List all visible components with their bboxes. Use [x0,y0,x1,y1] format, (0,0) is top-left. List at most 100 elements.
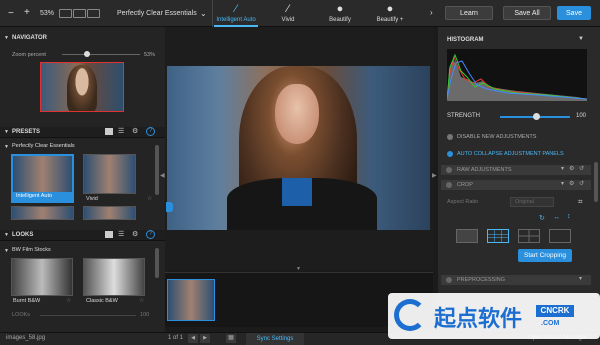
preprocessing-header[interactable]: PREPROCESSING [441,275,591,285]
help-icon[interactable]: ? [146,127,155,136]
tool-beautify-plus[interactable]: ● Beautify + [368,0,412,27]
dropdown-icon[interactable]: ▾ [579,275,582,282]
looks-scrollbar[interactable] [155,248,159,278]
split-view-icon[interactable] [73,9,86,18]
gear-icon[interactable]: ⚙ [132,127,138,135]
zoom-slider-track[interactable] [62,54,140,55]
top-toolbar: − + 53% Perfectly Clear Essentials ⌄ ⁄ I… [0,0,600,27]
watermark-text: 起点软件 [434,307,523,332]
strength-slider-handle[interactable] [533,113,540,120]
looks-strength-value: 100 [140,312,150,318]
group-triangle-icon: ▼ [4,248,9,254]
side-by-side-view-icon[interactable] [87,9,100,18]
looks-strength-track[interactable] [40,315,136,316]
section-dot [446,277,452,283]
face-icon: ● [386,3,394,15]
look-thumb-classic-bw[interactable] [83,258,145,296]
next-arrow-icon[interactable]: ▶ [200,334,210,343]
zoom-in-button[interactable]: + [24,7,30,18]
group-triangle-icon: ▼ [4,144,9,150]
sync-settings-button[interactable]: Sync Settings [246,333,304,345]
section-dot [446,182,452,188]
gear-icon[interactable]: ⚙ [569,165,574,172]
photo-face [275,84,319,144]
dropdown-icon[interactable]: ▾ [561,165,564,172]
navigator-thumbnail[interactable] [40,62,124,112]
learn-button[interactable]: Learn [445,6,493,20]
grid-icon[interactable]: ▦ [226,334,236,343]
star-icon[interactable]: ☆ [147,195,152,202]
histogram-header: HISTOGRAM [447,37,484,43]
left-panel: ▼ NAVIGATOR Zoom percent 53% ▼ PRESETS ☰… [0,27,165,333]
grid-view-icon[interactable] [105,128,113,135]
histogram-chart [447,49,587,101]
brush-icon: ⁄ [287,3,289,15]
chevron-right-icon[interactable]: › [430,8,433,17]
gear-icon[interactable]: ⚙ [569,180,574,187]
collapse-triangle-icon[interactable]: ▼ [578,36,584,42]
list-view-icon[interactable]: ☰ [118,127,124,135]
help-icon[interactable]: ? [146,230,155,239]
crop-tool-icon[interactable]: ⌗ [578,197,583,207]
chevron-down-icon[interactable]: ⌄ [200,9,207,18]
presets-header[interactable]: ▼ PRESETS [0,127,165,138]
divider [212,0,213,27]
crop-overlay-golden[interactable] [549,229,571,243]
save-all-button[interactable]: Save All [503,6,551,20]
crop-overlay-none[interactable] [456,229,478,243]
zoom-out-button[interactable]: − [8,8,14,19]
disable-adjustments-radio[interactable] [447,134,453,140]
crop-overlay-thirds[interactable] [487,229,509,243]
tool-beautify[interactable]: ● Beautify [318,0,362,27]
brush-icon: ⁄ [235,3,237,15]
filename-label: images_58.jpg [6,335,46,341]
start-cropping-button[interactable]: Start Cropping [518,249,572,262]
collapse-right-arrow-icon[interactable]: ▶ [432,172,437,179]
save-button[interactable]: Save [557,6,591,20]
reset-icon[interactable]: ↺ [579,180,584,187]
look-label: Burnt B&W [13,298,41,304]
preset-selector[interactable]: Perfectly Clear Essentials [117,10,197,17]
collapse-left-arrow-icon[interactable]: ◀ [160,172,165,179]
compare-handle[interactable] [166,202,173,212]
watermark-domain: CNCRK [536,305,574,317]
face-icon: ● [336,3,344,15]
main-photo[interactable] [167,66,430,230]
auto-collapse-radio[interactable] [447,151,453,157]
aspect-ratio-label: Aspect Ratio [447,199,479,205]
tool-vivid[interactable]: ⁄ Vivid [266,0,310,27]
looks-header[interactable]: ▼ LOOKS [0,230,165,241]
list-view-icon[interactable]: ☰ [118,230,124,238]
tool-intelligent-auto[interactable]: ⁄ Intelligent Auto [214,0,258,27]
collapse-triangle-icon: ▼ [4,232,9,238]
rotate-icon[interactable]: ↻ [539,214,545,222]
grid-view-icon[interactable] [105,231,113,238]
gear-icon[interactable]: ⚙ [132,230,138,238]
preset-thumb-vivid[interactable] [83,154,136,194]
aspect-ratio-select[interactable]: Original [510,197,554,207]
watermark-logo-icon [394,299,426,331]
presets-scrollbar[interactable] [155,145,159,195]
right-panel-scrollbar[interactable] [594,162,598,202]
zoom-slider-handle[interactable] [84,51,90,57]
filmstrip-thumb[interactable] [167,279,215,321]
star-icon[interactable]: ☆ [66,297,71,304]
photo-shirt [282,178,312,206]
reset-icon[interactable]: ↺ [579,165,584,172]
flip-vertical-icon[interactable]: ↕ [567,213,571,220]
navigator-header[interactable]: ▼ NAVIGATOR [0,33,165,44]
single-view-icon[interactable] [59,9,72,18]
star-icon[interactable]: ☆ [139,297,144,304]
crop-overlay-grid[interactable] [518,229,540,243]
preset-thumb[interactable] [83,206,136,220]
flip-horizontal-icon[interactable]: ↔ [553,214,560,221]
portrait-figure [67,65,97,111]
prev-arrow-icon[interactable]: ◀ [188,334,198,343]
preset-thumb-intelligent-auto[interactable]: Intelligent Auto [11,154,74,203]
dropdown-icon[interactable]: ▾ [561,180,564,187]
preset-label: Intelligent Auto [13,192,72,201]
look-thumb-burnt-bw[interactable] [11,258,73,296]
zoom-percent-value: 53% [144,52,156,58]
preset-thumb[interactable] [11,206,74,220]
strength-label: STRENGTH [447,113,480,119]
